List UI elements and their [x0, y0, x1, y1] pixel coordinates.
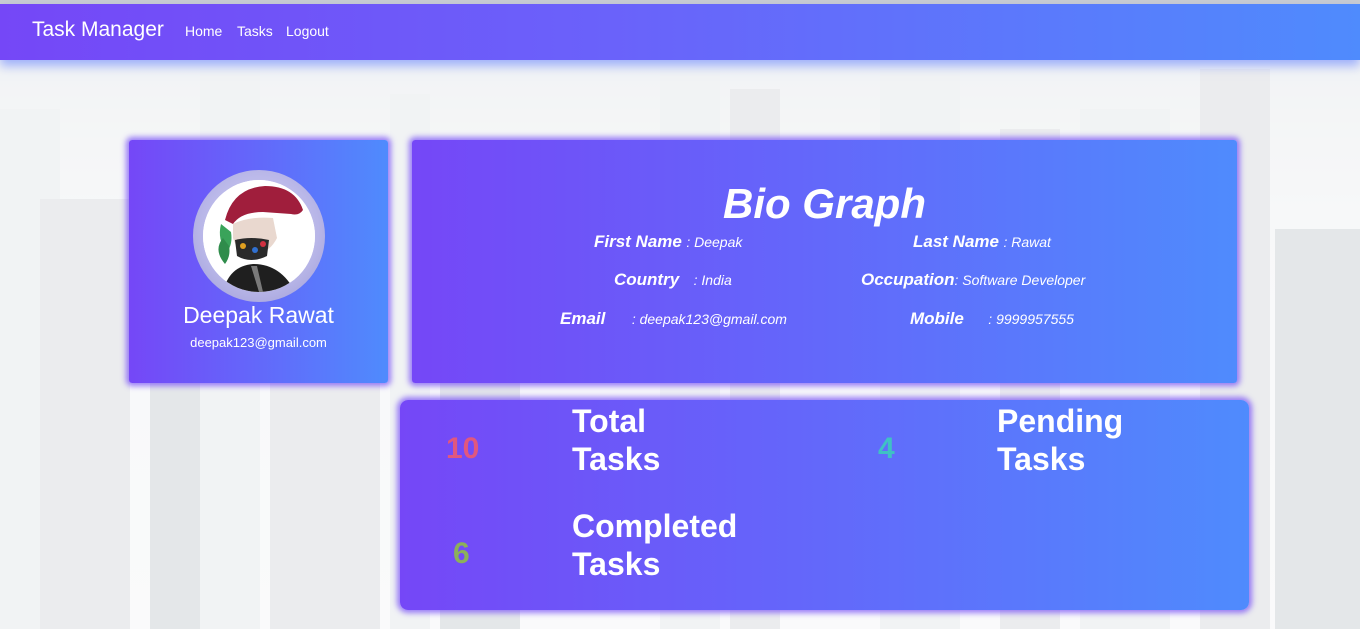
bio-email: Email : deepak123@gmail.com [560, 309, 787, 329]
profile-email: deepak123@gmail.com [190, 335, 327, 350]
bio-occupation: Occupation: Software Developer [861, 270, 1085, 290]
completed-tasks-label-line1: Completed [572, 508, 738, 544]
completed-tasks-label-line2: Tasks [572, 546, 661, 582]
bio-graph-card: Bio Graph First Name : Deepak Last Name … [412, 140, 1237, 383]
total-tasks-count: 10 [446, 432, 480, 465]
task-stats-card: 10 Total Tasks 4 Pending Tasks 6 Complet… [400, 400, 1249, 610]
avatar-ring [193, 170, 325, 302]
profile-name: Deepak Rawat [183, 302, 334, 328]
user-avatar-icon [203, 180, 315, 292]
completed-tasks-label[interactable]: Completed Tasks [572, 507, 812, 583]
bio-occupation-value: : Software Developer [954, 272, 1086, 288]
bio-last-name-label: Last Name [913, 232, 999, 251]
bio-title: Bio Graph [722, 180, 926, 227]
bio-email-label: Email [560, 309, 606, 328]
profile-card: Deepak Rawat deepak123@gmail.com [129, 140, 388, 383]
total-tasks-label-line1: Total [572, 403, 647, 439]
nav-link-tasks[interactable]: Tasks [237, 23, 273, 39]
bio-mobile-label: Mobile [910, 309, 964, 328]
bio-email-value: : deepak123@gmail.com [631, 311, 787, 327]
bio-mobile-value: : 9999957555 [988, 311, 1074, 327]
bio-first-name: First Name : Deepak [594, 232, 742, 252]
total-tasks-label-line2: Tasks [572, 441, 661, 477]
bio-mobile: Mobile : 9999957555 [910, 309, 1074, 329]
navbar: Task Manager Home Tasks Logout [0, 4, 1360, 60]
bio-country-value: : India [693, 272, 732, 288]
bio-last-name-value: : Rawat [1003, 234, 1051, 250]
pending-tasks-label-line2: Tasks [997, 441, 1086, 477]
nav-link-home[interactable]: Home [185, 23, 222, 39]
bio-country-label: Country [614, 270, 680, 289]
total-tasks-label[interactable]: Total Tasks [572, 402, 812, 478]
pending-tasks-label[interactable]: Pending Tasks [997, 402, 1237, 478]
bio-occupation-label: Occupation [861, 270, 955, 289]
bio-country: Country : India [614, 270, 732, 290]
completed-tasks-count: 6 [453, 537, 470, 570]
brand-logo[interactable]: Task Manager [32, 18, 164, 42]
bio-last-name: Last Name : Rawat [913, 232, 1051, 252]
pending-tasks-label-line1: Pending [997, 403, 1124, 439]
pending-tasks-count: 4 [878, 432, 895, 465]
bio-first-name-label: First Name [594, 232, 682, 251]
nav-link-logout[interactable]: Logout [286, 23, 329, 39]
bio-first-name-value: : Deepak [686, 234, 743, 250]
